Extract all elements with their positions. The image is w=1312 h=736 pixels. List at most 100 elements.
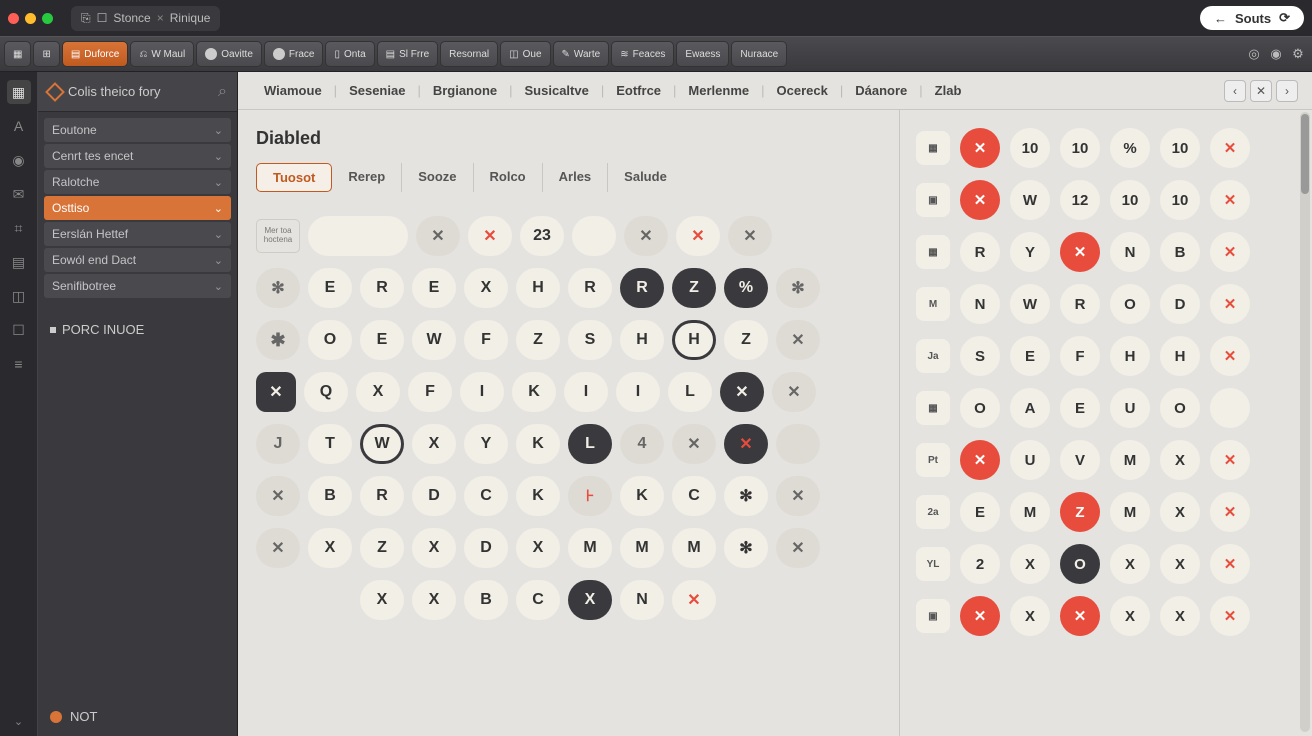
right-cell-7-5[interactable]: ✕ xyxy=(1210,492,1250,532)
right-cell-1-4[interactable]: 10 xyxy=(1160,180,1200,220)
grid-pill-4-5[interactable]: K xyxy=(516,476,560,516)
right-cell-5-3[interactable]: U xyxy=(1110,388,1150,428)
grid-pill-1-7[interactable]: H xyxy=(620,320,664,360)
nav-button-0[interactable]: ‹ xyxy=(1224,80,1246,102)
right-cell-9-2[interactable]: ✕ xyxy=(1060,596,1100,636)
grid-pill-0-2[interactable]: R xyxy=(360,268,404,308)
right-cell-4-2[interactable]: F xyxy=(1060,336,1100,376)
grid-pill-0-5[interactable]: H xyxy=(516,268,560,308)
grid-pill-4-4[interactable]: C xyxy=(464,476,508,516)
right-cell-8-4[interactable]: X xyxy=(1160,544,1200,584)
right-row-header-8[interactable]: YL xyxy=(916,547,950,581)
sidebar-item-2[interactable]: Ralotche⌄ xyxy=(44,170,231,194)
grid-pill-3-5[interactable]: K xyxy=(516,424,560,464)
toolbar-right-icon-1[interactable]: ◉ xyxy=(1266,44,1286,64)
rail-icon-0[interactable]: ▦ xyxy=(7,80,31,104)
sidebar-item-6[interactable]: Senifibotree⌄ xyxy=(44,274,231,298)
grid-pill-1-3[interactable]: W xyxy=(412,320,456,360)
grid-pill-5-4[interactable]: D xyxy=(464,528,508,568)
grid-pill-5-3[interactable]: X xyxy=(412,528,456,568)
grid-pill-6-6[interactable]: X xyxy=(568,580,612,620)
right-row-header-1[interactable]: ▣ xyxy=(916,183,950,217)
right-cell-4-5[interactable]: ✕ xyxy=(1210,336,1250,376)
toolbar-button-9[interactable]: ◫Oue xyxy=(500,41,550,67)
grid-pill-2-6[interactable]: I xyxy=(564,372,608,412)
right-cell-0-3[interactable]: % xyxy=(1110,128,1150,168)
toolbar-button-6[interactable]: ▯Onta xyxy=(325,41,374,67)
grid-pill-1-4[interactable]: F xyxy=(464,320,508,360)
right-cell-0-2[interactable]: 10 xyxy=(1060,128,1100,168)
top-pill-5[interactable]: ✕ xyxy=(624,216,668,256)
grid-pill-0-7[interactable]: R xyxy=(620,268,664,308)
grid-pill-2-10[interactable]: ✕ xyxy=(772,372,816,412)
grid-pill-3-4[interactable]: Y xyxy=(464,424,508,464)
top-pill-4[interactable] xyxy=(572,216,616,256)
right-cell-2-0[interactable]: R xyxy=(960,232,1000,272)
sidebar-item-4[interactable]: Eerslán Hettef⌄ xyxy=(44,222,231,246)
right-cell-4-1[interactable]: E xyxy=(1010,336,1050,376)
right-cell-6-2[interactable]: V xyxy=(1060,440,1100,480)
grid-pill-1-8[interactable]: H xyxy=(672,320,716,360)
right-row-header-3[interactable]: M xyxy=(916,287,950,321)
top-pill-0[interactable] xyxy=(308,216,408,256)
grid-pill-0-9[interactable]: % xyxy=(724,268,768,308)
toolbar-button-10[interactable]: ✎Warte xyxy=(553,41,610,67)
grid-pill-4-9[interactable]: ✻ xyxy=(724,476,768,516)
right-cell-7-1[interactable]: M xyxy=(1010,492,1050,532)
menubar-item-1[interactable]: Seseniae xyxy=(337,72,417,110)
right-cell-0-5[interactable]: ✕ xyxy=(1210,128,1250,168)
grid-pill-6-4[interactable]: B xyxy=(464,580,508,620)
grid-pill-4-0[interactable]: ✕ xyxy=(256,476,300,516)
right-cell-3-2[interactable]: R xyxy=(1060,284,1100,324)
grid-pill-4-2[interactable]: R xyxy=(360,476,404,516)
right-cell-7-4[interactable]: X xyxy=(1160,492,1200,532)
grid-pill-3-2[interactable]: W xyxy=(360,424,404,464)
right-cell-8-5[interactable]: ✕ xyxy=(1210,544,1250,584)
right-cell-4-4[interactable]: H xyxy=(1160,336,1200,376)
right-row-header-7[interactable]: 2a xyxy=(916,495,950,529)
right-cell-9-5[interactable]: ✕ xyxy=(1210,596,1250,636)
grid-pill-2-2[interactable]: X xyxy=(356,372,400,412)
panel-tab-3[interactable]: Rolco xyxy=(474,163,543,192)
right-cell-1-1[interactable]: W xyxy=(1010,180,1050,220)
menubar-item-6[interactable]: Ocereck xyxy=(765,72,840,110)
toolbar-button-1[interactable]: ⊞ xyxy=(33,41,59,67)
right-cell-3-0[interactable]: N xyxy=(960,284,1000,324)
grid-pill-5-9[interactable]: ✻ xyxy=(724,528,768,568)
right-cell-4-3[interactable]: H xyxy=(1110,336,1150,376)
menubar-item-4[interactable]: Eotfrce xyxy=(604,72,673,110)
grid-pill-2-1[interactable]: Q xyxy=(304,372,348,412)
right-cell-3-1[interactable]: W xyxy=(1010,284,1050,324)
refresh-icon[interactable]: ⟳ xyxy=(1279,10,1290,26)
grid-pill-4-10[interactable]: ✕ xyxy=(776,476,820,516)
right-cell-3-3[interactable]: O xyxy=(1110,284,1150,324)
sidebar-item-1[interactable]: Cenrt tes encet⌄ xyxy=(44,144,231,168)
right-cell-1-5[interactable]: ✕ xyxy=(1210,180,1250,220)
top-pill-3[interactable]: 23 xyxy=(520,216,564,256)
grid-pill-0-6[interactable]: R xyxy=(568,268,612,308)
sidebar-action[interactable]: PORC INUOE xyxy=(38,312,237,347)
grid-pill-5-7[interactable]: M xyxy=(620,528,664,568)
right-cell-2-2[interactable]: ✕ xyxy=(1060,232,1100,272)
right-cell-6-4[interactable]: X xyxy=(1160,440,1200,480)
rail-icon-8[interactable]: ≡ xyxy=(7,352,31,376)
right-cell-4-0[interactable]: S xyxy=(960,336,1000,376)
right-cell-9-3[interactable]: X xyxy=(1110,596,1150,636)
toolbar-button-12[interactable]: Ewaess xyxy=(676,41,729,67)
grid-pill-3-7[interactable]: 4 xyxy=(620,424,664,464)
grid-pill-4-1[interactable]: B xyxy=(308,476,352,516)
right-cell-1-2[interactable]: 12 xyxy=(1060,180,1100,220)
toolbar-button-4[interactable]: Oavitte xyxy=(196,41,262,67)
rail-icon-2[interactable]: ◉ xyxy=(7,148,31,172)
right-cell-5-0[interactable]: O xyxy=(960,388,1000,428)
right-cell-5-1[interactable]: A xyxy=(1010,388,1050,428)
scroll-thumb[interactable] xyxy=(1301,114,1309,194)
toolbar-button-0[interactable]: ▦ xyxy=(4,41,31,67)
grid-pill-4-8[interactable]: C xyxy=(672,476,716,516)
toolbar-right-icon-0[interactable]: ◎ xyxy=(1244,44,1264,64)
grid-pill-6-7[interactable]: N xyxy=(620,580,664,620)
grid-pill-2-4[interactable]: I xyxy=(460,372,504,412)
grid-pill-2-9[interactable]: ✕ xyxy=(720,372,764,412)
right-cell-0-0[interactable]: ✕ xyxy=(960,128,1000,168)
right-row-header-2[interactable]: ▦ xyxy=(916,235,950,269)
